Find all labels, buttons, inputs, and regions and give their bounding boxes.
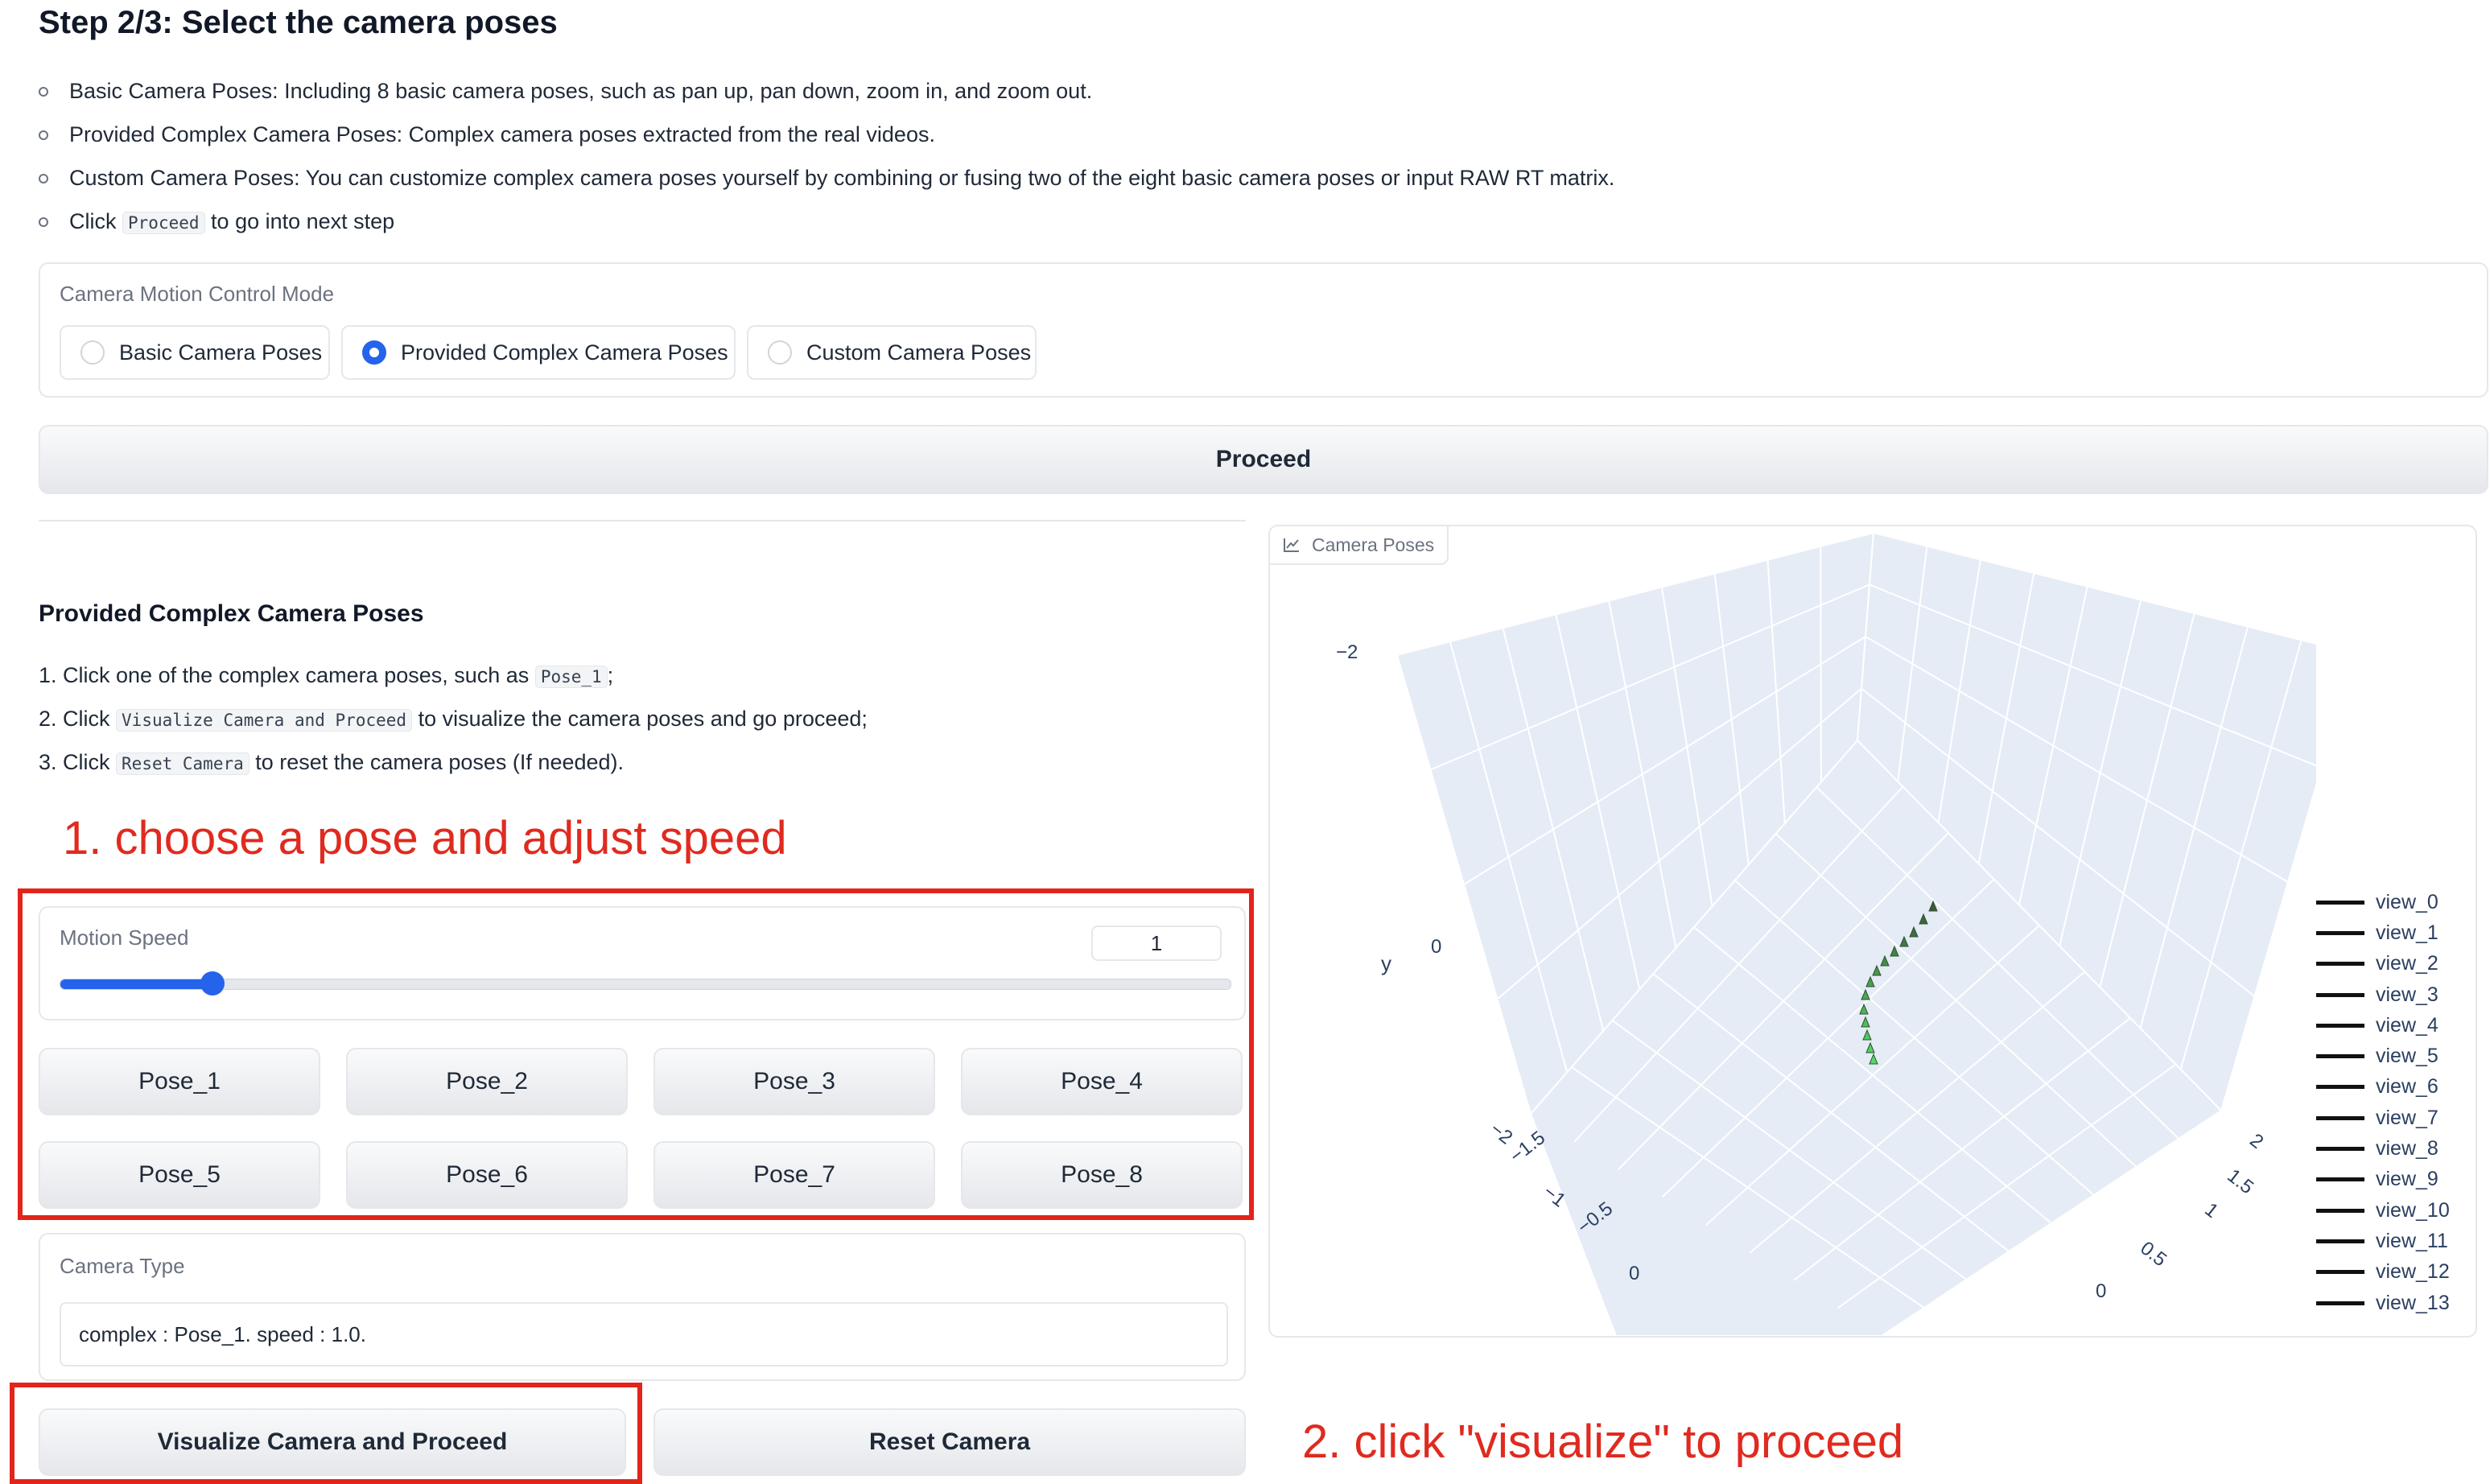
page-title: Step 2/3: Select the camera poses bbox=[39, 5, 558, 40]
right-tick: 0.5 bbox=[2136, 1237, 2171, 1271]
step-2-pre: 2. Click bbox=[39, 707, 110, 731]
legend-label: view_11 bbox=[2376, 1229, 2448, 1252]
legend-label: view_10 bbox=[2376, 1198, 2450, 1222]
legend-label: view_8 bbox=[2376, 1137, 2438, 1160]
instruction-list: 1. Click one of the complex camera poses… bbox=[39, 653, 868, 784]
intro-item-custom: Custom Camera Poses: You can customize c… bbox=[39, 156, 1614, 200]
intro-click-post: to go into next step bbox=[211, 209, 395, 233]
legend-line-icon bbox=[2316, 1301, 2364, 1305]
legend-item[interactable]: view_12 bbox=[2316, 1257, 2450, 1288]
step-3-pre: 3. Click bbox=[39, 750, 110, 774]
right-tick: 1.5 bbox=[2223, 1165, 2257, 1198]
legend-label: view_4 bbox=[2376, 1013, 2438, 1037]
legend-line-icon bbox=[2316, 900, 2364, 905]
y-axis-title: y bbox=[1381, 951, 1391, 975]
radio-custom-camera-poses[interactable]: Custom Camera Poses bbox=[747, 325, 1037, 380]
section-title: Provided Complex Camera Poses bbox=[39, 600, 424, 627]
right-tick: 0 bbox=[2096, 1280, 2106, 1302]
legend-line-icon bbox=[2316, 1115, 2364, 1120]
radio-label: Basic Camera Poses bbox=[119, 340, 323, 365]
right-tick: 1 bbox=[2200, 1198, 2222, 1222]
legend-line-icon bbox=[2316, 1239, 2364, 1243]
instruction-step-2: 2. Click Visualize Camera and Proceed to… bbox=[39, 697, 868, 740]
camera-type-field[interactable]: complex : Pose_1. speed : 1.0. bbox=[60, 1302, 1228, 1367]
left-tick: −2 bbox=[1486, 1118, 1516, 1148]
intro-item-basic: Basic Camera Poses: Including 8 basic ca… bbox=[39, 69, 1614, 113]
radio-label: Custom Camera Poses bbox=[806, 340, 1032, 365]
scene-3d[interactable]: y −2 0 −2 −1.5 −1 −0.5 0 2 1.5 1 0.5 0 bbox=[1270, 526, 2316, 1336]
legend-line-icon bbox=[2316, 992, 2364, 997]
legend-label: view_1 bbox=[2376, 921, 2438, 944]
legend-label: view_7 bbox=[2376, 1106, 2438, 1129]
intro-click-pre: Click bbox=[69, 209, 117, 233]
instruction-step-3: 3. Click Reset Camera to reset the camer… bbox=[39, 740, 868, 784]
legend-item[interactable]: view_8 bbox=[2316, 1133, 2450, 1164]
legend-line-icon bbox=[2316, 1208, 2364, 1213]
legend-line-icon bbox=[2316, 962, 2364, 967]
annotation-choose-pose: 1. choose a pose and adjust speed bbox=[63, 812, 787, 864]
radio-label: Provided Complex Camera Poses bbox=[401, 340, 728, 365]
intro-item-complex: Provided Complex Camera Poses: Complex c… bbox=[39, 113, 1614, 156]
step-1-pre: 1. Click one of the complex camera poses… bbox=[39, 663, 530, 687]
proceed-code: Proceed bbox=[122, 212, 205, 234]
legend-label: view_2 bbox=[2376, 952, 2438, 975]
legend-item[interactable]: view_10 bbox=[2316, 1195, 2450, 1226]
right-tick: 2 bbox=[2245, 1129, 2267, 1153]
legend-line-icon bbox=[2316, 1085, 2364, 1090]
legend-label: view_12 bbox=[2376, 1260, 2450, 1284]
legend-item[interactable]: view_2 bbox=[2316, 949, 2450, 979]
left-tick: 0 bbox=[1629, 1263, 1639, 1284]
legend-label: view_9 bbox=[2376, 1168, 2438, 1191]
legend-item[interactable]: view_9 bbox=[2316, 1165, 2450, 1195]
visualize-code: Visualize Camera and Proceed bbox=[116, 709, 413, 732]
legend-label: view_3 bbox=[2376, 983, 2438, 1006]
highlight-box-visualize bbox=[10, 1383, 642, 1484]
mode-label: Camera Motion Control Mode bbox=[60, 282, 335, 306]
legend-item[interactable]: view_3 bbox=[2316, 979, 2450, 1010]
legend-line-icon bbox=[2316, 1270, 2364, 1275]
legend-label: view_6 bbox=[2376, 1075, 2438, 1099]
step-2-post: to visualize the camera poses and go pro… bbox=[418, 707, 868, 731]
y-tick-mid: 0 bbox=[1431, 936, 1441, 958]
legend-item[interactable]: view_1 bbox=[2316, 917, 2450, 948]
legend-item[interactable]: view_7 bbox=[2316, 1103, 2450, 1133]
radio-circle-icon bbox=[768, 340, 792, 365]
highlight-box-speed-poses bbox=[18, 888, 1254, 1220]
legend-item[interactable]: view_13 bbox=[2316, 1288, 2450, 1318]
intro-list: Basic Camera Poses: Including 8 basic ca… bbox=[39, 69, 1614, 243]
legend-label: view_5 bbox=[2376, 1045, 2438, 1068]
y-tick-top: −2 bbox=[1336, 641, 1358, 663]
legend-label: view_13 bbox=[2376, 1291, 2450, 1314]
legend-item[interactable]: view_4 bbox=[2316, 1010, 2450, 1041]
step-3-post: to reset the camera poses (If needed). bbox=[255, 750, 625, 774]
annotation-click-visualize: 2. click "visualize" to proceed bbox=[1302, 1416, 1904, 1468]
legend-item[interactable]: view_0 bbox=[2316, 887, 2450, 917]
legend-line-icon bbox=[2316, 1147, 2364, 1152]
instruction-step-1: 1. Click one of the complex camera poses… bbox=[39, 653, 868, 697]
legend-item[interactable]: view_5 bbox=[2316, 1041, 2450, 1071]
proceed-button[interactable]: Proceed bbox=[39, 425, 2488, 494]
camera-poses-plot[interactable]: Camera Poses y −2 0 −2 −1.5 −1 −0.5 0 2 … bbox=[1268, 525, 2477, 1338]
legend-item[interactable]: view_6 bbox=[2316, 1072, 2450, 1103]
radio-circle-icon bbox=[80, 340, 105, 365]
legend-line-icon bbox=[2316, 1054, 2364, 1059]
radio-selected-icon bbox=[362, 340, 386, 365]
legend-line-icon bbox=[2316, 930, 2364, 935]
radio-provided-complex-camera-poses[interactable]: Provided Complex Camera Poses bbox=[341, 325, 736, 380]
intro-item-click: Click Proceed to go into next step bbox=[39, 200, 1614, 243]
divider bbox=[39, 520, 1246, 521]
pose-1-code: Pose_1 bbox=[534, 666, 608, 688]
radio-basic-camera-poses[interactable]: Basic Camera Poses bbox=[60, 325, 330, 380]
legend-item[interactable]: view_11 bbox=[2316, 1226, 2450, 1256]
legend-label: view_0 bbox=[2376, 890, 2438, 913]
step-1-post: ; bbox=[607, 663, 614, 687]
legend-line-icon bbox=[2316, 1023, 2364, 1028]
legend-line-icon bbox=[2316, 1177, 2364, 1182]
reset-code: Reset Camera bbox=[116, 752, 249, 775]
reset-camera-button[interactable]: Reset Camera bbox=[653, 1408, 1246, 1476]
camera-type-label: Camera Type bbox=[60, 1254, 185, 1278]
plot-legend: view_0 view_1 view_2 view_3 view_4 view_5view… bbox=[2316, 887, 2450, 1318]
